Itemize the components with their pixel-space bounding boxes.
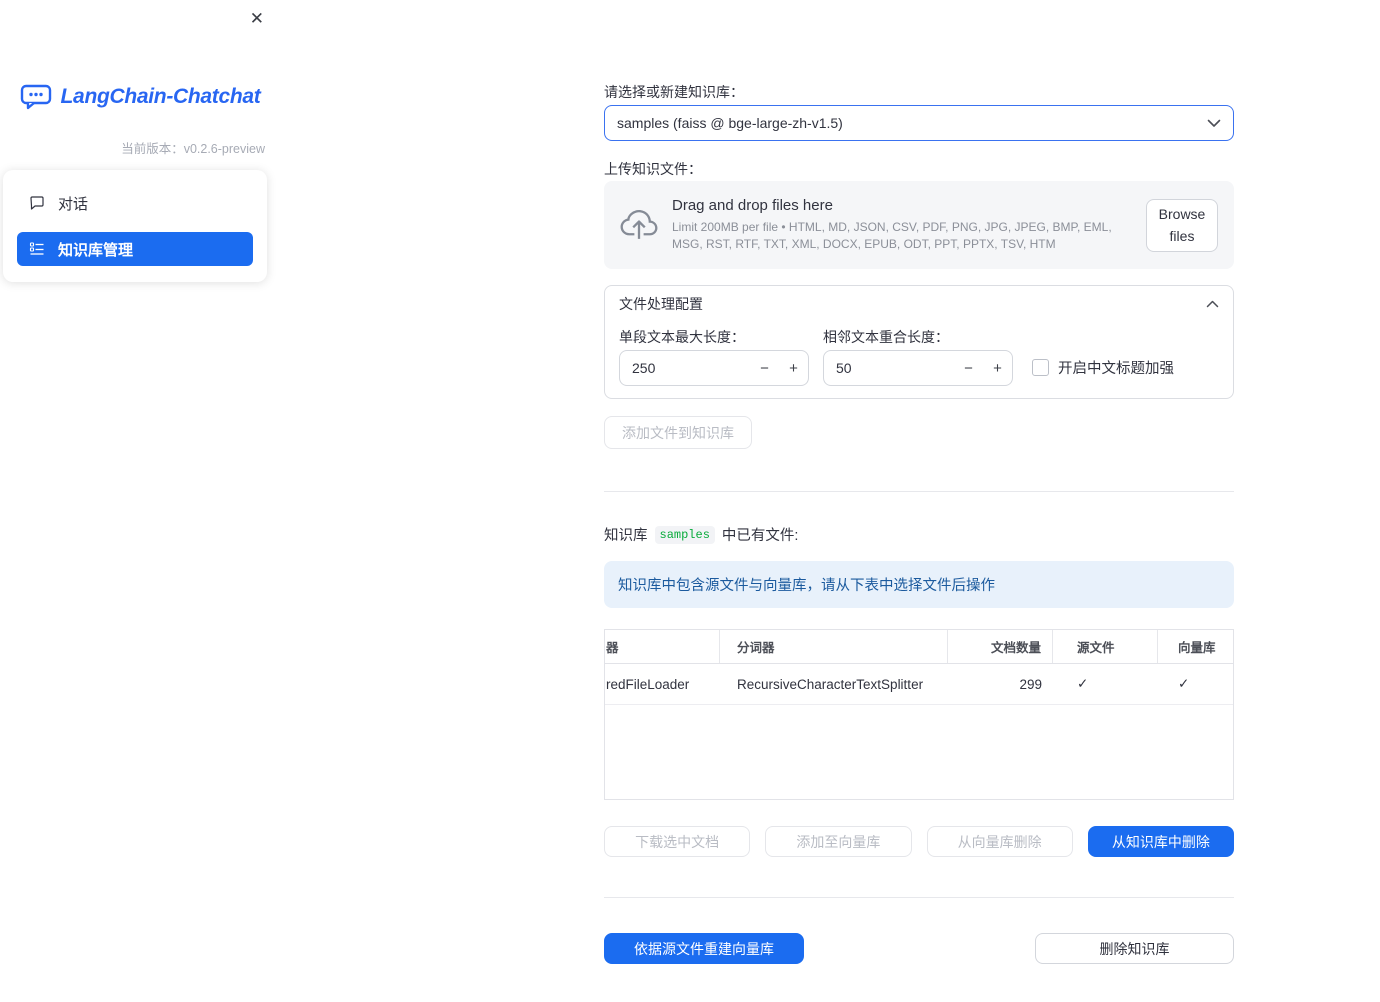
kb-select-label: 请选择或新建知识库：	[604, 84, 744, 100]
existing-files-heading: 知识库 samples 中已有文件:	[604, 524, 798, 545]
cell-source-file-check: ✓	[1077, 676, 1089, 691]
info-alert: 知识库中包含源文件与向量库，请从下表中选择文件后操作	[604, 561, 1234, 608]
info-alert-text: 知识库中包含源文件与向量库，请从下表中选择文件后操作	[618, 578, 995, 594]
overlap-size-value: 50	[836, 360, 852, 376]
add-to-vector-store-button[interactable]: 添加至向量库	[765, 826, 912, 857]
dropzone-text: Drag and drop files here Limit 200MB per…	[672, 197, 1132, 253]
overlap-size-input[interactable]: 50 − +	[823, 350, 1013, 386]
chat-bubble-icon	[29, 195, 45, 211]
list-icon	[29, 241, 45, 257]
upload-label: 上传知识文件：	[604, 161, 702, 177]
close-icon: ✕	[249, 9, 264, 28]
dropzone-title: Drag and drop files here	[672, 197, 833, 215]
sidebar-collapse-button[interactable]: ✕	[246, 5, 268, 33]
delete-from-kb-button[interactable]: 从知识库中删除	[1087, 826, 1234, 857]
column-header-source-file[interactable]: 源文件	[1053, 630, 1158, 663]
zh-title-checkbox-label: 开启中文标题加强	[1058, 361, 1174, 377]
sidebar-item-label: 知识库管理	[58, 241, 134, 259]
version-text: 当前版本：v0.2.6-preview	[121, 138, 265, 157]
table-header-row: 器 分词器 文档数量 源文件 向量库	[605, 630, 1233, 664]
kb-select[interactable]: samples (faiss @ bge-large-zh-v1.5)	[604, 105, 1234, 141]
version-label: 当前版本：	[121, 142, 184, 156]
minus-button[interactable]: −	[750, 360, 779, 377]
add-files-to-kb-button[interactable]: 添加文件到知识库	[604, 416, 752, 449]
existing-files-suffix: 中已有文件:	[721, 528, 799, 544]
sidebar-item-knowledge-base[interactable]: 知识库管理	[17, 232, 253, 266]
overlap-size-label: 相邻文本重合长度：	[823, 329, 949, 345]
file-action-buttons: 下载选中文档 添加至向量库 从向量库删除 从知识库中删除	[604, 826, 1234, 857]
app-logo: LangChain-Chatchat	[0, 84, 280, 110]
sidebar-item-dialogue[interactable]: 对话	[17, 186, 253, 220]
chevron-down-icon	[1207, 119, 1221, 128]
cell-vector-store-check: ✓	[1178, 676, 1190, 691]
column-header-doc-count[interactable]: 文档数量	[948, 630, 1053, 663]
file-dropzone[interactable]: Drag and drop files here Limit 200MB per…	[604, 181, 1234, 269]
file-config-expander: 文件处理配置 单段文本最大长度： 相邻文本重合长度： 250 − + 50 − …	[604, 285, 1234, 399]
sidebar-menu: 对话 知识库管理	[3, 170, 267, 282]
files-table: 器 分词器 文档数量 源文件 向量库 redFileLoader Recursi…	[604, 629, 1234, 800]
column-header-loader[interactable]: 器	[605, 630, 720, 663]
column-header-vector-store[interactable]: 向量库	[1158, 630, 1233, 663]
sidebar-item-label: 对话	[58, 195, 89, 213]
kb-name-code: samples	[654, 525, 715, 544]
checkbox-unchecked[interactable]	[1032, 359, 1049, 376]
chunk-size-input[interactable]: 250 − +	[619, 350, 809, 386]
cell-doc-count: 299	[1019, 676, 1042, 692]
column-header-splitter[interactable]: 分词器	[720, 630, 948, 663]
plus-button[interactable]: +	[983, 360, 1012, 377]
existing-files-prefix: 知识库	[604, 528, 648, 544]
chevron-up-icon	[1206, 300, 1219, 308]
download-selected-button[interactable]: 下载选中文档	[604, 826, 751, 857]
cloud-upload-icon	[620, 210, 658, 240]
zh-title-checkbox-row[interactable]: 开启中文标题加强	[1032, 357, 1174, 378]
cell-loader: redFileLoader	[606, 676, 690, 692]
logo-text: LangChain-Chatchat	[60, 85, 261, 108]
table-row[interactable]: redFileLoader RecursiveCharacterTextSpli…	[605, 664, 1233, 705]
logo-chat-icon	[20, 84, 52, 110]
dropzone-limit: Limit 200MB per file • HTML, MD, JSON, C…	[672, 220, 1112, 251]
sidebar: ✕ LangChain-Chatchat 当前版本：v0.2.6-preview…	[0, 0, 280, 1002]
minus-button[interactable]: −	[954, 360, 983, 377]
plus-button[interactable]: +	[779, 360, 808, 377]
version-value: v0.2.6-preview	[183, 142, 265, 156]
kb-bottom-buttons: 依据源文件重建向量库 删除知识库	[604, 933, 1234, 964]
divider	[604, 491, 1234, 492]
divider	[604, 897, 1234, 898]
delete-kb-button[interactable]: 删除知识库	[1035, 933, 1234, 964]
browse-files-button[interactable]: Browse files	[1146, 198, 1218, 252]
kb-select-value: samples (faiss @ bge-large-zh-v1.5)	[617, 115, 843, 131]
expander-header[interactable]: 文件处理配置	[605, 286, 1233, 322]
cell-splitter: RecursiveCharacterTextSplitter	[737, 676, 924, 692]
rebuild-vector-store-button[interactable]: 依据源文件重建向量库	[604, 933, 804, 964]
chunk-size-value: 250	[632, 360, 656, 376]
remove-from-vector-store-button[interactable]: 从向量库删除	[926, 826, 1073, 857]
chunk-size-label: 单段文本最大长度：	[619, 329, 745, 345]
expander-title: 文件处理配置	[619, 296, 703, 312]
main-content: 请选择或新建知识库： samples (faiss @ bge-large-zh…	[604, 0, 1234, 1002]
